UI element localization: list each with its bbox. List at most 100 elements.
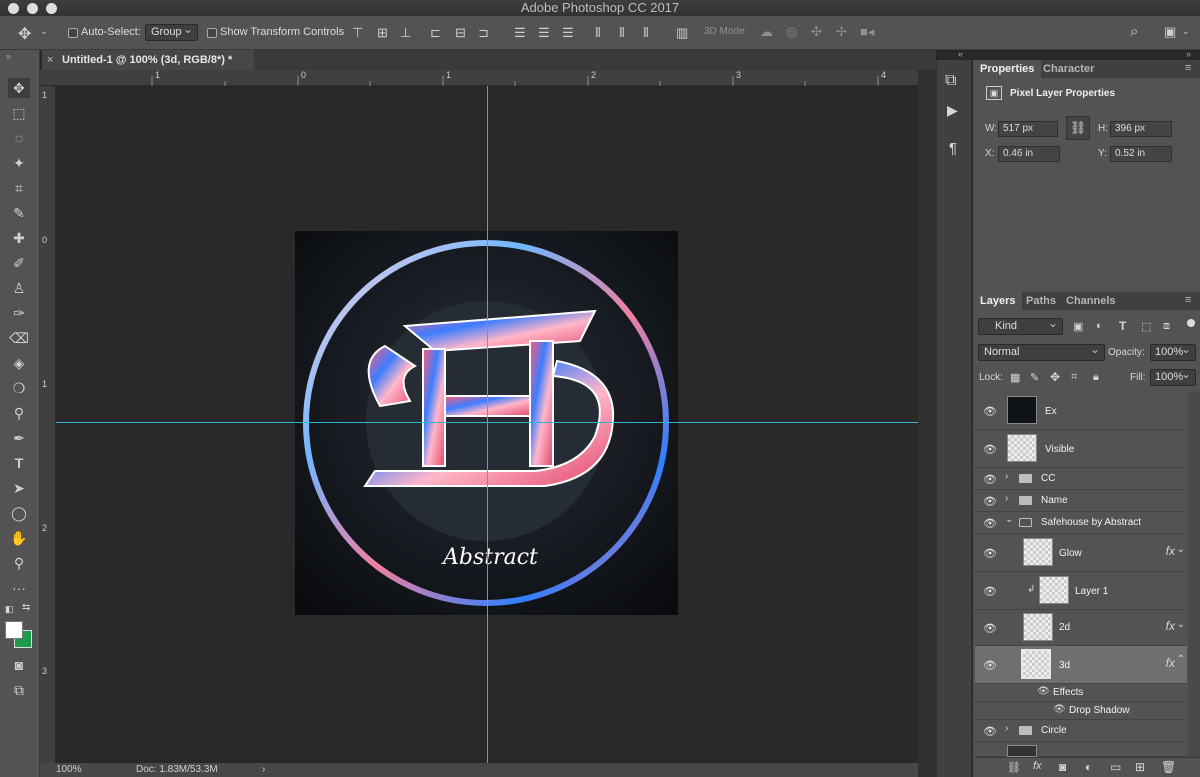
workspace-chevron-icon[interactable]: ⌄ (1182, 26, 1190, 37)
marquee-tool-icon[interactable]: ⬚ (8, 103, 30, 123)
vertical-scrollbar[interactable] (918, 70, 936, 777)
delete-layer-icon[interactable]: 🗑︎ (1161, 760, 1176, 774)
history-icon[interactable]: ⧉ (945, 72, 956, 90)
tab-paths[interactable]: Paths (1019, 292, 1063, 310)
align-top-icon[interactable]: ⊤ (352, 25, 363, 41)
lock-transparent-icon[interactable]: ▦ (1010, 371, 1020, 384)
horizontal-guide[interactable] (56, 422, 918, 423)
align-right-icon[interactable]: ⊐ (478, 25, 489, 41)
crop-tool-icon[interactable]: ⌗ (8, 178, 30, 198)
lock-image-icon[interactable]: ✎ (1030, 371, 1039, 384)
3d-slide-icon[interactable]: ✢ (836, 24, 847, 40)
close-tab-icon[interactable]: × (47, 50, 53, 70)
vertical-guide[interactable] (487, 86, 488, 763)
effects-row[interactable]: 👁︎ Effects (975, 684, 1187, 702)
brush-tool-icon[interactable]: ✐ (8, 253, 30, 273)
new-group-icon[interactable]: ▭ (1110, 760, 1121, 774)
height-field[interactable]: 396 px (1110, 121, 1172, 137)
ellipse-tool-icon[interactable]: ◯ (8, 503, 30, 523)
layer-row-selected[interactable]: 👁︎ 3d fx ⌃ (975, 646, 1187, 684)
minimize-window-icon[interactable] (27, 3, 38, 14)
visibility-eye-icon[interactable]: 👁︎ (983, 585, 997, 598)
filter-type-icon[interactable]: T (1119, 319, 1126, 333)
document-tab[interactable]: × Untitled-1 @ 100% (3d, RGB/8*) * (42, 50, 254, 70)
layer-row[interactable]: 👁︎ Glow fx ⌄ (975, 534, 1187, 572)
filter-adjustment-icon[interactable]: ◐ (1096, 320, 1103, 332)
x-field[interactable]: 0.46 in (998, 146, 1060, 162)
vertical-ruler[interactable]: 1 0 1 2 3 (40, 86, 56, 763)
distribute-top-icon[interactable]: ☰ (514, 25, 526, 41)
layers-scrollbar[interactable] (1188, 392, 1200, 757)
layer-effects-badge[interactable]: fx (1166, 619, 1175, 633)
distribute-bottom-icon[interactable]: ☰ (562, 25, 574, 41)
lock-all-icon[interactable]: 🔒︎ (1093, 371, 1099, 384)
filter-pixel-icon[interactable]: ▣ (1073, 320, 1083, 333)
align-vertical-center-icon[interactable]: ⊞ (377, 25, 388, 41)
visibility-eye-icon[interactable]: 👁︎ (983, 725, 997, 738)
close-window-icon[interactable] (8, 3, 19, 14)
blend-mode-dropdown[interactable]: Normal (978, 342, 1105, 361)
auto-select-checkbox[interactable] (68, 28, 78, 38)
effect-row[interactable]: 👁︎ Drop Shadow (975, 702, 1187, 720)
width-field[interactable]: 517 px (998, 121, 1058, 137)
filter-toggle-icon[interactable] (1187, 319, 1195, 327)
expand-chevron-icon[interactable]: › (1005, 471, 1008, 482)
add-layer-style-icon[interactable]: fx (1033, 760, 1042, 772)
move-tool-icon[interactable]: ✥ (18, 24, 31, 44)
visibility-eye-icon[interactable]: 👁︎ (983, 517, 997, 530)
eyedropper-tool-icon[interactable]: ✎ (8, 203, 30, 223)
3d-pan-icon[interactable]: ✣ (811, 24, 822, 40)
show-transform-checkbox[interactable] (207, 28, 217, 38)
default-colors-icon[interactable]: ◧ (5, 604, 14, 615)
expand-chevron-icon[interactable]: › (1005, 723, 1008, 734)
screen-mode-icon[interactable]: ⧉ (8, 680, 30, 700)
layer-row[interactable]: 👁︎ Visible (975, 430, 1187, 468)
history-brush-tool-icon[interactable]: ✑ (8, 303, 30, 323)
auto-select-dropdown[interactable]: Group (145, 22, 198, 41)
layers-panel-menu-icon[interactable]: ≡ (1185, 294, 1191, 306)
visibility-eye-icon[interactable]: 👁︎ (983, 622, 997, 635)
panel-menu-icon[interactable]: ≡ (1185, 62, 1191, 74)
zoom-level[interactable]: 100% (56, 763, 82, 777)
layer-row[interactable]: 👁︎ ↲ Layer 1 (975, 572, 1187, 610)
opacity-field[interactable]: 100% (1150, 342, 1196, 361)
tab-layers[interactable]: Layers (973, 292, 1023, 310)
visibility-eye-icon[interactable]: 👁︎ (1037, 686, 1050, 697)
align-left-icon[interactable]: ⊏ (430, 25, 441, 41)
foreground-color-swatch[interactable] (5, 621, 23, 639)
filter-shape-icon[interactable]: ⬚ (1141, 320, 1151, 333)
pen-tool-icon[interactable]: ✒ (8, 428, 30, 448)
layer-group-row[interactable]: 👁︎ › Circle (975, 720, 1187, 742)
visibility-eye-icon[interactable]: 👁︎ (983, 495, 997, 508)
type-tool-icon[interactable]: T (8, 453, 30, 473)
distribute-vertical-center-icon[interactable]: ☰ (538, 25, 550, 41)
swap-colors-icon[interactable]: ⇆ (22, 602, 30, 613)
3d-orbit-icon[interactable]: ☁ (760, 24, 773, 40)
layer-row-partial[interactable] (975, 742, 1187, 757)
tab-channels[interactable]: Channels (1059, 292, 1123, 310)
hand-tool-icon[interactable]: ✋ (8, 528, 30, 548)
expand-chevron-icon[interactable]: › (1005, 493, 1008, 504)
layer-effects-badge[interactable]: fx (1166, 544, 1175, 558)
effects-collapse-icon[interactable]: ⌃ (1177, 654, 1185, 665)
3d-scale-icon[interactable]: ■◂ (860, 24, 874, 40)
visibility-eye-icon[interactable]: 👁︎ (983, 659, 997, 672)
tab-properties[interactable]: Properties (973, 60, 1042, 78)
horizontal-ruler[interactable]: 1 0 1 2 3 4 (40, 70, 918, 86)
filter-kind-dropdown[interactable]: Kind (978, 316, 1063, 335)
lasso-tool-icon[interactable]: ◌ (8, 128, 30, 148)
tab-character[interactable]: Character (1036, 60, 1101, 78)
magic-wand-tool-icon[interactable]: ✦ (8, 153, 30, 173)
dodge-tool-icon[interactable]: ⚲ (8, 403, 30, 423)
new-adjustment-layer-icon[interactable]: ◐ (1085, 760, 1092, 774)
zoom-window-icon[interactable] (46, 3, 57, 14)
path-selection-tool-icon[interactable]: ➤ (8, 478, 30, 498)
more-tools-icon[interactable]: ··· (8, 578, 30, 598)
actions-play-icon[interactable]: ▶ (947, 102, 958, 119)
quick-mask-icon[interactable]: ◙ (8, 655, 30, 675)
clone-stamp-tool-icon[interactable]: ♙ (8, 278, 30, 298)
collapse-chevron-icon[interactable]: ⌄ (1005, 514, 1013, 525)
y-field[interactable]: 0.52 in (1110, 146, 1172, 162)
zoom-tool-icon[interactable]: ⚲ (8, 553, 30, 573)
align-bottom-icon[interactable]: ⊥ (400, 25, 411, 41)
